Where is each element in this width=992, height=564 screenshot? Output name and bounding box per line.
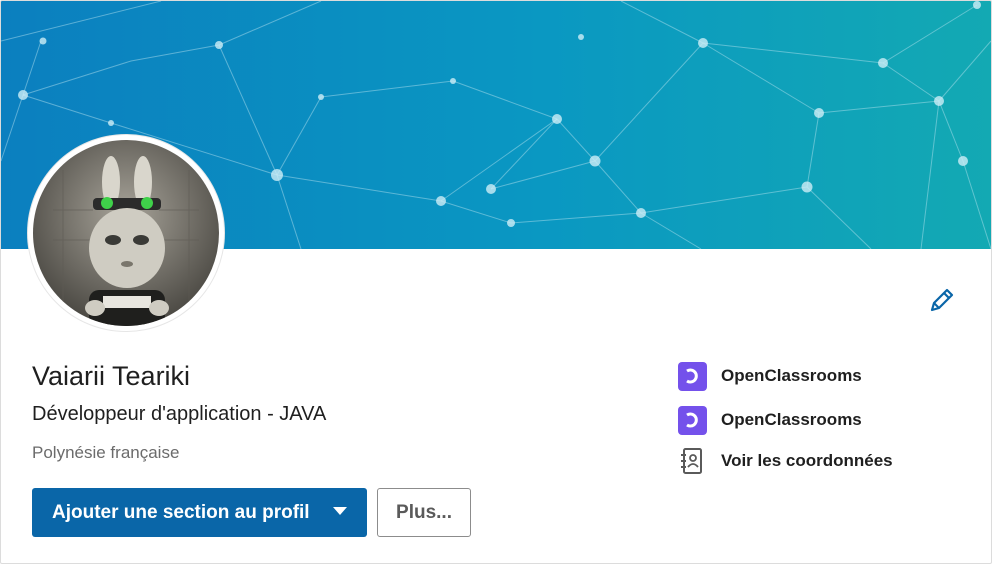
add-profile-section-label: Ajouter une section au profil: [52, 501, 310, 523]
side-link-label: OpenClassrooms: [721, 366, 862, 385]
profile-card: Vaiarii Teariki Développeur d'applicatio…: [0, 0, 992, 564]
side-link-label: OpenClassrooms: [721, 410, 862, 429]
profile-headline: Développeur d'application - JAVA: [32, 403, 327, 425]
openclassrooms-logo-icon: [677, 361, 707, 391]
rabbid-avatar-image: [33, 140, 219, 326]
edit-profile-pencil-icon[interactable]: [926, 284, 958, 316]
side-link-openclassrooms-1[interactable]: OpenClassrooms: [677, 361, 862, 391]
add-profile-section-button[interactable]: Ajouter une section au profil: [32, 488, 367, 537]
contact-card-icon: [677, 446, 707, 476]
side-link-openclassrooms-2[interactable]: OpenClassrooms: [677, 405, 862, 435]
profile-photo[interactable]: [28, 135, 224, 331]
profile-name: Vaiarii Teariki: [32, 361, 191, 391]
avatar: [33, 140, 219, 326]
side-link-label: Voir les coordonnées: [721, 451, 893, 470]
profile-location: Polynésie française: [32, 443, 180, 462]
more-button[interactable]: Plus...: [377, 488, 471, 537]
openclassrooms-logo-icon: [677, 405, 707, 435]
side-link-contact-info[interactable]: Voir les coordonnées: [677, 446, 893, 476]
chevron-down-icon[interactable]: [333, 507, 347, 515]
